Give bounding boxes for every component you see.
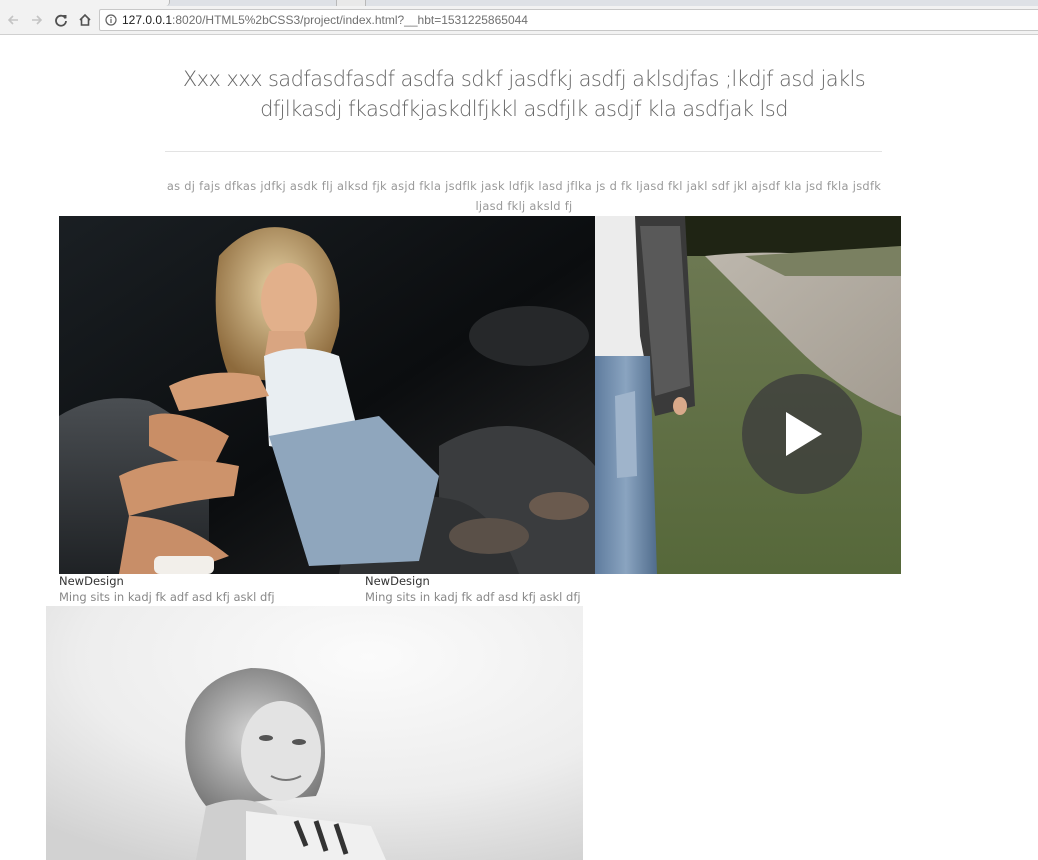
photo-woman-on-rocks[interactable] (59, 216, 595, 574)
photo-caption: NewDesign Ming sits in kadj fk adf asd k… (365, 573, 581, 605)
divider (165, 151, 882, 152)
intro-text: as dj fajs dfkas jdfkj asdk flj alksd fj… (166, 179, 882, 213)
page-headline: Xxx xxx sadfasdfasdf asdfa sdkf jasdfkj … (182, 67, 866, 121)
home-button[interactable] (75, 10, 95, 30)
video-thumbnail[interactable] (595, 216, 901, 574)
page-content: Xxx xxx sadfasdfasdf asdfa sdkf jasdfkj … (0, 36, 1038, 860)
url-host: 127.0.0.1 (122, 13, 173, 27)
caption-description: Ming sits in kadj fk adf asd kfj askl df… (365, 590, 581, 604)
reload-icon (55, 14, 67, 27)
caption-title[interactable]: NewDesign (59, 573, 275, 589)
caption-description: Ming sits in kadj fk adf asd kfj askl df… (59, 590, 275, 604)
home-icon (79, 13, 91, 26)
video-thumbnail-image (595, 216, 901, 574)
play-icon (786, 412, 822, 456)
photo-caption: NewDesign Ming sits in kadj fk adf asd k… (59, 573, 275, 605)
arrow-right-icon (32, 15, 43, 25)
url-path: :8020/HTML5%2bCSS3/project/index.html?__… (172, 13, 528, 27)
back-button[interactable] (3, 10, 23, 30)
address-bar[interactable]: 127.0.0.1:8020/HTML5%2bCSS3/project/inde… (99, 9, 1038, 31)
reload-button[interactable] (51, 10, 71, 30)
photo-bw-portrait[interactable] (46, 606, 583, 860)
play-button[interactable] (742, 374, 862, 494)
url-text: 127.0.0.1:8020/HTML5%2bCSS3/project/inde… (122, 10, 528, 30)
info-icon[interactable] (105, 14, 117, 26)
photo-bw-portrait-image (46, 606, 583, 860)
photo-woman-on-rocks-image (59, 216, 595, 574)
browser-toolbar: 127.0.0.1:8020/HTML5%2bCSS3/project/inde… (0, 6, 1038, 35)
forward-button[interactable] (27, 10, 47, 30)
arrow-left-icon (7, 15, 18, 25)
caption-title[interactable]: NewDesign (365, 573, 581, 589)
